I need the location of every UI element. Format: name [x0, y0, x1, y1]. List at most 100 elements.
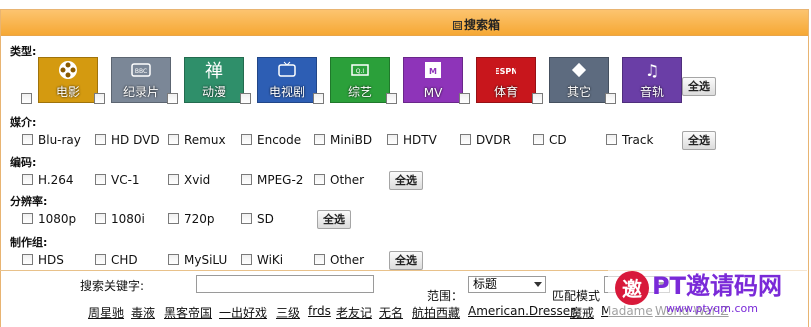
mtv-icon: M	[423, 60, 443, 80]
type-checkbox[interactable]	[21, 93, 32, 104]
svg-text:禅: 禅	[205, 61, 223, 80]
svg-text:BBC: BBC	[135, 68, 147, 75]
codec-option[interactable]: H.264	[38, 173, 74, 187]
hot-keyword-link[interactable]: 黑客帝国	[164, 304, 212, 321]
team-checkbox[interactable]	[241, 254, 252, 265]
resolution-option[interactable]: SD	[257, 212, 274, 226]
category-tile[interactable]: 其它	[549, 57, 609, 103]
medium-checkbox[interactable]	[22, 134, 33, 145]
codec-option[interactable]: VC-1	[111, 173, 140, 187]
category-label: MV	[423, 86, 443, 100]
hot-keyword-link[interactable]: 航拍西藏	[412, 304, 460, 321]
type-checkbox[interactable]	[313, 93, 324, 104]
category-tile[interactable]: Q.I 综艺	[330, 57, 390, 103]
team-option[interactable]: CHD	[111, 253, 138, 267]
medium-select-all-button[interactable]: 全选	[682, 131, 716, 150]
category-tile[interactable]: 电视剧	[257, 57, 317, 103]
hot-keyword-link[interactable]: 无名	[379, 304, 403, 321]
type-checkbox[interactable]	[459, 93, 470, 104]
category-tile[interactable]: ESPN 体育	[476, 57, 536, 103]
medium-checkbox[interactable]	[168, 134, 179, 145]
medium-option[interactable]: CD	[549, 133, 567, 147]
codec-checkbox[interactable]	[241, 174, 252, 185]
codec-checkbox[interactable]	[95, 174, 106, 185]
team-checkbox[interactable]	[95, 254, 106, 265]
type-checkbox[interactable]	[94, 93, 105, 104]
medium-checkbox[interactable]	[387, 134, 398, 145]
hot-keyword-link[interactable]: 一出好戏	[219, 304, 267, 321]
team-label: 制作组:	[10, 236, 48, 249]
type-select-all-button[interactable]: 全选	[682, 77, 716, 96]
scope-select[interactable]: 标题	[468, 276, 546, 293]
hot-keyword-link[interactable]: American.Dresser	[468, 304, 575, 318]
codec-checkbox[interactable]	[22, 174, 33, 185]
medium-checkbox[interactable]	[241, 134, 252, 145]
hot-keyword-link[interactable]: 魔戒	[570, 304, 594, 321]
team-checkbox[interactable]	[314, 254, 325, 265]
search-box-title[interactable]: ⊟ 搜索箱	[453, 16, 500, 33]
type-checkbox[interactable]	[167, 93, 178, 104]
medium-checkbox[interactable]	[95, 134, 106, 145]
codec-option[interactable]: Xvid	[184, 173, 210, 187]
type-checkbox[interactable]	[240, 93, 251, 104]
medium-option[interactable]: Track	[622, 133, 653, 147]
medium-option[interactable]: Blu-ray	[38, 133, 81, 147]
team-select-all-button[interactable]: 全选	[389, 251, 423, 270]
hot-keyword-link[interactable]: 三级	[276, 304, 300, 321]
resolution-option[interactable]: 1080p	[38, 212, 76, 226]
medium-option[interactable]: DVDR	[476, 133, 511, 147]
category-label: 纪录片	[122, 85, 159, 99]
resolution-option[interactable]: 1080i	[111, 212, 145, 226]
hot-keyword-link[interactable]: 毒液	[131, 304, 155, 321]
medium-option[interactable]: HD DVD	[111, 133, 160, 147]
team-option[interactable]: WiKi	[257, 253, 283, 267]
team-option[interactable]: HDS	[38, 253, 64, 267]
category-tile[interactable]: 禅动漫	[184, 57, 244, 103]
resolution-select-all-button[interactable]: 全选	[317, 210, 351, 229]
codec-select-all-button[interactable]: 全选	[389, 171, 423, 190]
search-box-header[interactable]: ⊟ 搜索箱	[1, 10, 808, 36]
svg-text:♫: ♫	[645, 61, 659, 80]
team-option[interactable]: Other	[330, 253, 364, 267]
collapse-toggle-icon[interactable]: ⊟	[453, 21, 462, 30]
codec-checkbox[interactable]	[314, 174, 325, 185]
type-checkbox[interactable]	[532, 93, 543, 104]
codec-label: 编码:	[10, 156, 37, 169]
codec-option[interactable]: MPEG-2	[257, 173, 303, 187]
category-tile[interactable]: ♫ 音轨	[622, 57, 682, 103]
medium-option[interactable]: Remux	[184, 133, 226, 147]
bbc-icon: BBC	[131, 60, 151, 80]
hot-keyword-link[interactable]: frds	[308, 304, 331, 318]
category-tile[interactable]: M MV	[403, 57, 463, 103]
codec-option[interactable]: Other	[330, 173, 364, 187]
hot-keyword-link[interactable]: 周星驰	[88, 304, 124, 321]
svg-text:M: M	[429, 67, 437, 76]
zen-character-icon: 禅	[204, 60, 224, 82]
medium-option[interactable]: HDTV	[403, 133, 437, 147]
type-checkbox[interactable]	[605, 93, 616, 104]
category-tile[interactable]: BBC 纪录片	[111, 57, 171, 103]
hot-keyword-link[interactable]: 老友记	[336, 304, 372, 321]
resolution-checkbox[interactable]	[168, 213, 179, 224]
codec-checkbox[interactable]	[168, 174, 179, 185]
keyword-input[interactable]	[196, 275, 374, 293]
medium-label: 媒介:	[10, 116, 37, 129]
resolution-checkbox[interactable]	[22, 213, 33, 224]
team-checkbox[interactable]	[168, 254, 179, 265]
tv-icon	[277, 60, 297, 80]
medium-checkbox[interactable]	[460, 134, 471, 145]
medium-checkbox[interactable]	[314, 134, 325, 145]
resolution-option[interactable]: 720p	[184, 212, 215, 226]
team-option[interactable]: MySiLU	[184, 253, 227, 267]
resolution-checkbox[interactable]	[95, 213, 106, 224]
category-tile[interactable]: 电影	[38, 57, 98, 103]
resolution-checkbox[interactable]	[241, 213, 252, 224]
medium-checkbox[interactable]	[606, 134, 617, 145]
medium-option[interactable]: Encode	[257, 133, 301, 147]
watermark-logo: 邀 PT邀请码网 www.ptyqm.com	[608, 262, 808, 322]
category-label: 音轨	[639, 85, 664, 99]
medium-option[interactable]: MiniBD	[330, 133, 372, 147]
team-checkbox[interactable]	[22, 254, 33, 265]
type-checkbox[interactable]	[386, 93, 397, 104]
medium-checkbox[interactable]	[533, 134, 544, 145]
